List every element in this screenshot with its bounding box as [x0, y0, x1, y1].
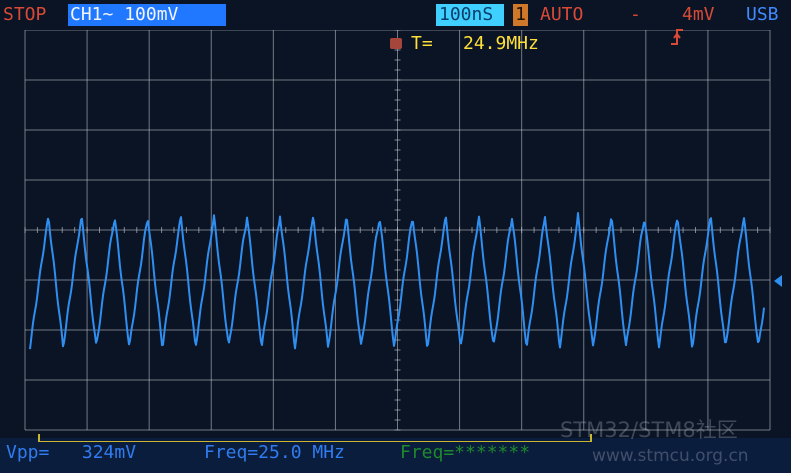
trigger-level[interactable]: 4mV — [682, 4, 715, 26]
volts-per-div: 100mV — [124, 4, 179, 25]
channel-name: CH1 — [70, 4, 103, 25]
trigger-level-arrow-icon — [774, 275, 782, 287]
trigger-mode[interactable]: AUTO — [540, 4, 583, 26]
coupling-icon: ~ — [102, 4, 114, 25]
freq-measurement-secondary: Freq=******* — [400, 442, 531, 463]
trigger-separator: - — [630, 4, 641, 25]
rising-edge-icon[interactable] — [603, 4, 684, 45]
status-bar: STOP CH1~ 100mV 100nS 1 AUTO - 4mV USB — [0, 0, 791, 45]
measure-icon — [390, 38, 402, 49]
vpp-measurement: Vpp= 324mV — [6, 442, 137, 463]
oscilloscope-screen: STOP CH1~ 100mV 100nS 1 AUTO - 4mV USB T… — [0, 0, 791, 473]
frequency-value: 24.9MHz — [463, 33, 539, 54]
frequency-label: T= — [411, 33, 433, 54]
waveform-display — [24, 29, 782, 431]
watermark-brand: STM32/STM8社区 — [560, 418, 738, 442]
freq-measurement: Freq=25.0 MHz — [204, 442, 345, 463]
watermark-url: www.stmcu.org.cn — [592, 446, 749, 466]
trigger-channel-badge[interactable]: 1 — [513, 4, 528, 26]
ruler-start-marker — [38, 434, 40, 442]
channel-setting[interactable]: CH1~ 100mV — [68, 4, 226, 26]
run-state-label[interactable]: STOP — [3, 4, 46, 26]
timebase-setting[interactable]: 100nS — [436, 4, 504, 26]
usb-status: USB — [746, 4, 779, 25]
